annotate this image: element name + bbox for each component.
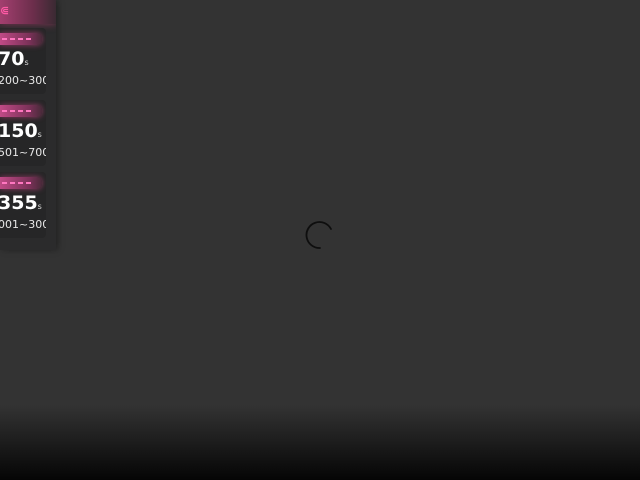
app-screen: ⋐ 70s 200~300 150s 501~700 355s 001~300 [0,0,640,480]
reward-card[interactable]: 150s 501~700 [0,100,46,166]
card-range: 501~700 [0,146,46,159]
card-range: 001~3000 [0,218,46,231]
card-amount: 150s [0,120,42,142]
card-amount: 355s [0,192,42,214]
card-range: 200~300 [0,74,46,87]
card-unit: s [24,58,29,67]
card-tag-badge [0,105,42,117]
card-unit: s [37,202,42,211]
panel-header: ⋐ [0,0,56,24]
card-tag-badge [0,177,42,189]
side-panel: ⋐ 70s 200~300 150s 501~700 355s 001~300 [0,0,56,250]
reward-card[interactable]: 355s 001~3000 [0,172,46,238]
card-amount: 70s [0,48,29,70]
loading-spinner-icon [305,221,332,249]
reward-card[interactable]: 70s 200~300 [0,28,46,94]
panel-logo-icon: ⋐ [0,4,10,17]
card-unit: s [37,130,42,139]
card-tag-badge [0,33,42,45]
